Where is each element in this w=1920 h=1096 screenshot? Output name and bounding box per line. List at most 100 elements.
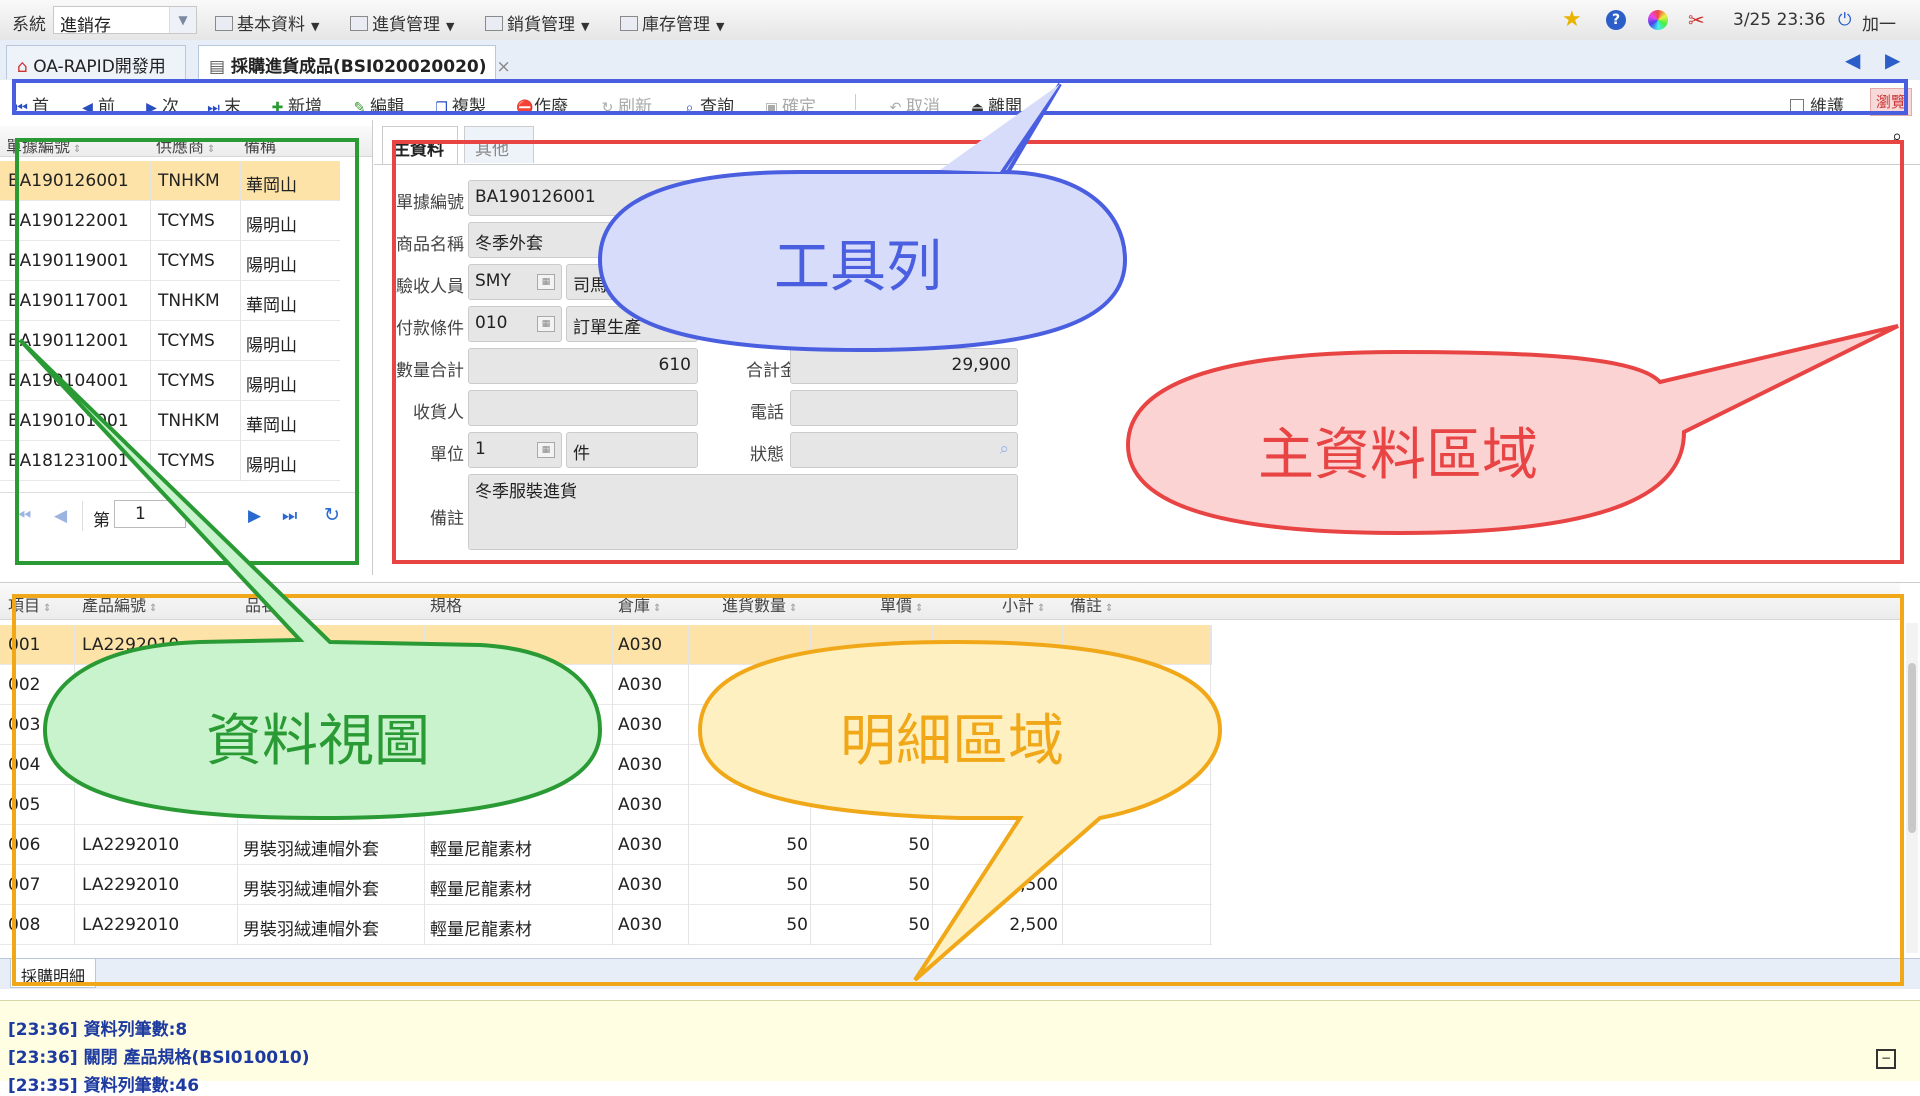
- table-row[interactable]: 007 LA2292010 男裝羽絨連帽外套 輕量尼龍素材 A030 50 50 2,500: [0, 865, 1212, 905]
- next-button[interactable]: ▶ 次: [144, 92, 179, 117]
- confirm-button[interactable]: ▣ 確定: [764, 92, 816, 117]
- col-spec[interactable]: 規格: [430, 592, 462, 616]
- table-cell: A030: [618, 675, 663, 695]
- payment-code-field[interactable]: 010 ▦: [468, 306, 562, 342]
- phone-field[interactable]: [790, 390, 1018, 426]
- tab-home[interactable]: ⌂ OA-RAPID開發用: [6, 45, 186, 79]
- tab-purchase-detail[interactable]: 採購明細: [10, 959, 97, 988]
- col-supplier[interactable]: 供應商 ⇕: [156, 133, 215, 157]
- list-item[interactable]: BA190101001 TNHKM 華岡山: [0, 401, 340, 441]
- tab-purchase-receipt[interactable]: ▤ 採購進貨成品(BSI020020020) ×: [198, 45, 511, 79]
- user-action[interactable]: 加一: [1862, 10, 1896, 35]
- search-icon[interactable]: ⌕: [999, 439, 1009, 459]
- scroll-right-icon[interactable]: ▶: [1885, 48, 1900, 72]
- scroll-left-icon[interactable]: ◀: [1845, 48, 1860, 72]
- table-cell: A030: [618, 835, 663, 855]
- col-qty[interactable]: 進貨數量 ⇕: [722, 592, 797, 616]
- table-cell: LA2292010: [82, 635, 180, 655]
- void-button[interactable]: ⛔作廢: [516, 92, 568, 117]
- picker-icon[interactable]: ▦: [537, 442, 555, 458]
- prev-page-icon[interactable]: ◀: [54, 506, 67, 526]
- col-note[interactable]: 備註 ⇕: [1070, 592, 1113, 616]
- last-page-icon[interactable]: ⏭: [282, 506, 297, 526]
- exit-icon: ⏏: [970, 100, 985, 116]
- col-remark[interactable]: 備稱: [244, 133, 276, 157]
- receiver-field[interactable]: [468, 390, 698, 426]
- help-icon[interactable]: ?: [1606, 10, 1626, 30]
- col-doc-no[interactable]: 單據編號 ⇕: [6, 133, 81, 157]
- column-divider: [424, 905, 425, 945]
- column-divider: [150, 401, 151, 441]
- list-cell: TCYMS: [158, 211, 215, 231]
- col-product-no[interactable]: 產品編號 ⇕: [82, 592, 157, 616]
- note-field[interactable]: 冬季服裝進貨: [468, 474, 1018, 550]
- menu-purchase[interactable]: 進貨管理 ▼: [350, 10, 454, 35]
- copy-button[interactable]: ❐ 複製: [434, 92, 486, 117]
- list-item[interactable]: BA190126001 TNHKM 華岡山: [0, 161, 340, 201]
- keep-checkbox[interactable]: 維護: [1790, 92, 1844, 117]
- col-price[interactable]: 單價 ⇕: [880, 592, 923, 616]
- list-item[interactable]: BA190117001 TNHKM 華岡山: [0, 281, 340, 321]
- col-subtotal[interactable]: 小計 ⇕: [1002, 592, 1045, 616]
- power-icon[interactable]: ⏻: [1838, 10, 1851, 30]
- tab-other[interactable]: 其他: [464, 126, 534, 163]
- reload-icon[interactable]: ↻: [324, 504, 340, 526]
- picker-icon[interactable]: ▦: [537, 274, 555, 290]
- list-item[interactable]: BA181231001 TCYMS 陽明山: [0, 441, 340, 481]
- col-item[interactable]: 項目 ⇕: [8, 592, 51, 616]
- column-divider: [1062, 865, 1063, 905]
- next-page-icon[interactable]: ▶: [248, 506, 261, 526]
- table-row[interactable]: 001 LA2292010 A030: [0, 625, 1212, 665]
- table-row[interactable]: 005 A030: [0, 785, 1212, 825]
- tools-icon[interactable]: ✂: [1688, 8, 1705, 32]
- search-icon[interactable]: ⌕: [1892, 126, 1902, 147]
- first-page-icon[interactable]: ⏮: [16, 506, 31, 526]
- scrollbar-thumb[interactable]: [1908, 663, 1916, 833]
- color-wheel-icon[interactable]: [1648, 10, 1668, 30]
- list-item[interactable]: BA190112001 TCYMS 陽明山: [0, 321, 340, 361]
- column-divider: [612, 745, 613, 785]
- column-divider: [240, 441, 241, 481]
- table-row[interactable]: 008 LA2292010 男裝羽絨連帽外套 輕量尼龍素材 A030 50 50 2,500: [0, 905, 1212, 945]
- refresh-button[interactable]: ↻ 刷新: [600, 92, 652, 117]
- first-button[interactable]: ⏮ 首: [14, 92, 49, 117]
- tab-main-data[interactable]: 主資料: [382, 126, 458, 164]
- list-item[interactable]: BA190104001 TCYMS 陽明山: [0, 361, 340, 401]
- page-input[interactable]: 1: [114, 500, 186, 528]
- prev-button[interactable]: ◀ 前: [80, 92, 115, 117]
- unit-code-field[interactable]: 1 ▦: [468, 432, 562, 468]
- detail-scrollbar[interactable]: [1906, 623, 1918, 953]
- col-product-name[interactable]: 品名: [245, 592, 277, 616]
- detail-panel: 項目 ⇕ 產品編號 ⇕ 品名 規格 倉庫 ⇕ 進貨數量 ⇕ 單價 ⇕ 小計 ⇕ 備註 ⇕ 00…: [0, 582, 1920, 989]
- close-icon[interactable]: ×: [496, 57, 510, 77]
- menu-inventory[interactable]: 庫存管理 ▼: [620, 10, 724, 35]
- status-field[interactable]: ⌕: [790, 432, 1018, 468]
- system-select[interactable]: 進銷存 ▼: [53, 6, 197, 36]
- data-view-panel: 單據編號 ⇕ 供應商 ⇕ 備稱 BA190126001 TNHKM 華岡山 BA19012…: [0, 120, 373, 575]
- table-row[interactable]: 006 LA2292010 男裝羽絨連帽外套 輕量尼龍素材 A030 50 50: [0, 825, 1212, 865]
- list-header: 單據編號 ⇕ 供應商 ⇕ 備稱: [0, 126, 372, 157]
- list-item[interactable]: BA190119001 TCYMS 陽明山: [0, 241, 340, 281]
- col-warehouse[interactable]: 倉庫 ⇕: [618, 592, 661, 616]
- leave-button[interactable]: ⏏ 離開: [970, 92, 1022, 117]
- last-button[interactable]: ⏭ 末: [206, 92, 241, 117]
- product-field[interactable]: 冬季外套: [468, 222, 698, 258]
- minimize-icon[interactable]: −: [1876, 1049, 1896, 1069]
- query-button[interactable]: ⌕ 查詢: [682, 92, 734, 117]
- menu-sales[interactable]: 銷貨管理 ▼: [485, 10, 589, 35]
- picker-icon[interactable]: ▦: [537, 316, 555, 332]
- list-cell: BA190117001: [8, 291, 129, 311]
- inspector-code-field[interactable]: SMY ▦: [468, 264, 562, 300]
- menu-basic-data[interactable]: 基本資料 ▼: [215, 10, 319, 35]
- doc-no-field[interactable]: BA190126001: [468, 180, 698, 216]
- list-item[interactable]: BA190122001 TCYMS 陽明山: [0, 201, 340, 241]
- chevron-down-icon[interactable]: ▼: [169, 7, 196, 33]
- column-divider: [612, 905, 613, 945]
- browse-button[interactable]: 瀏覽: [1870, 88, 1912, 116]
- star-icon[interactable]: ★: [1562, 7, 1582, 32]
- edit-button[interactable]: ✎ 編輯: [352, 92, 404, 117]
- add-button[interactable]: ✚ 新增: [270, 92, 322, 117]
- cancel-button[interactable]: ↶ 取消: [888, 92, 940, 117]
- table-cell: 007: [8, 875, 41, 895]
- status-label: 狀態: [750, 445, 784, 465]
